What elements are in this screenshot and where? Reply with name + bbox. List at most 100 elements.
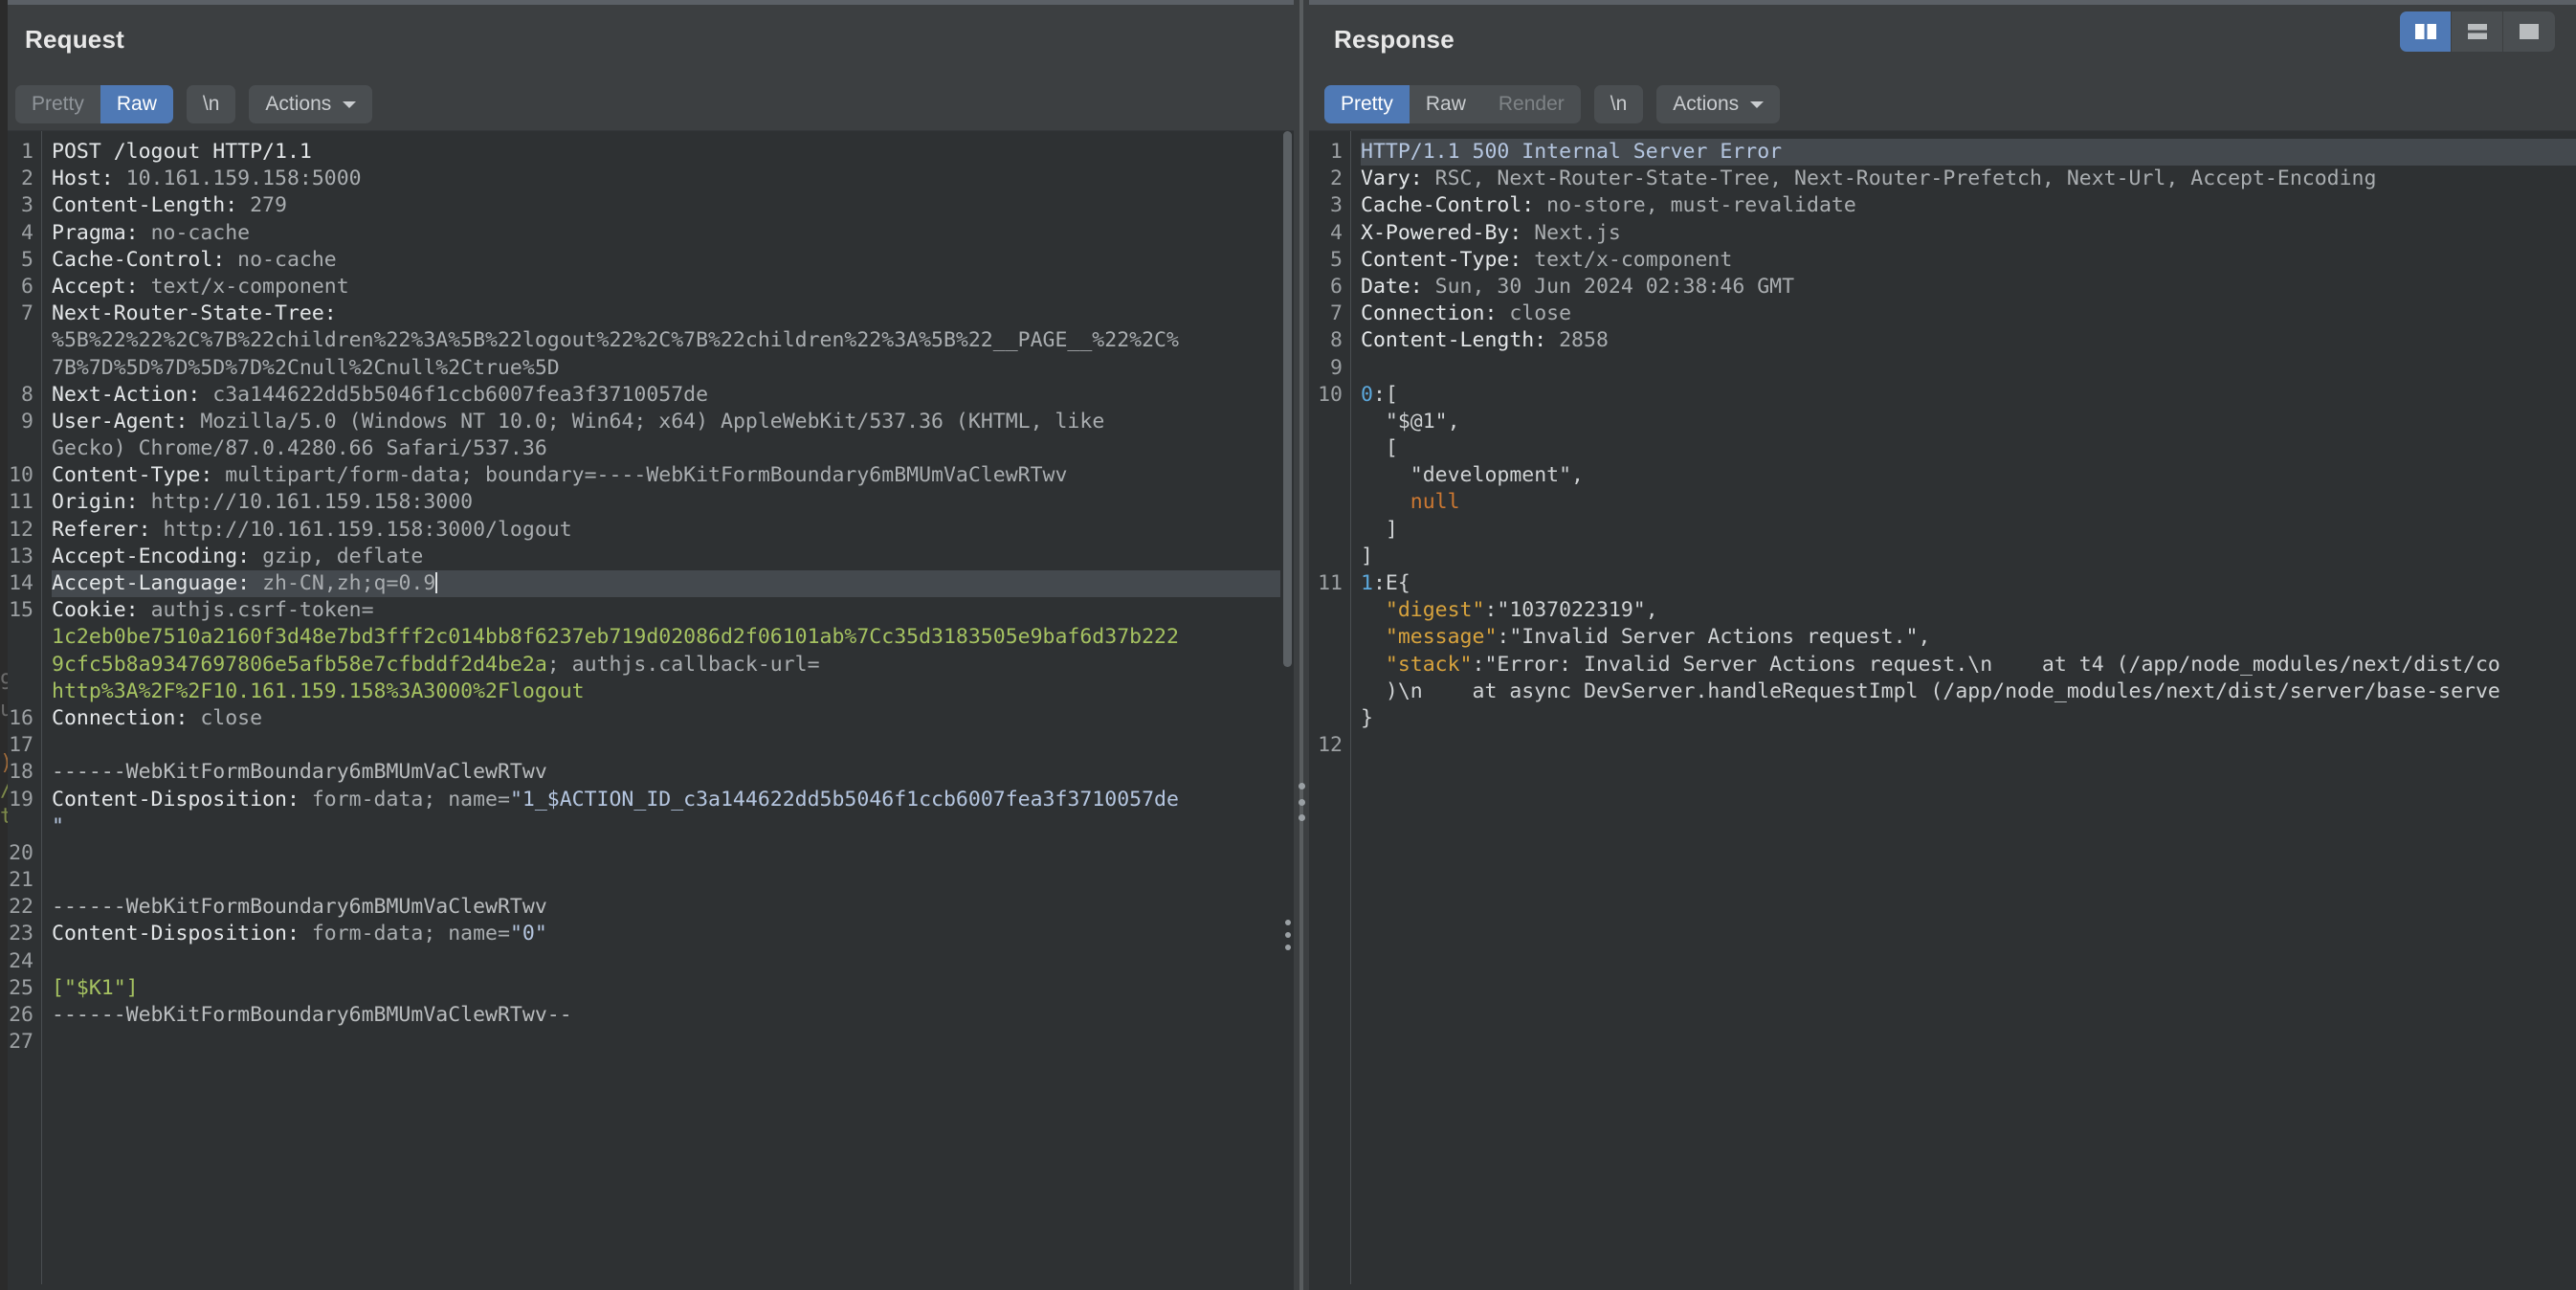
request-code-line[interactable] <box>52 1029 1294 1056</box>
request-code-line[interactable]: ["$K1"] <box>52 975 1294 1002</box>
request-code-line[interactable]: Gecko) Chrome/87.0.4280.66 Safari/537.36 <box>52 435 1294 462</box>
response-code-line[interactable]: HTTP/1.1 500 Internal Server Error <box>1361 139 2576 166</box>
response-code[interactable]: HTTP/1.1 500 Internal Server ErrorVary: … <box>1351 131 2576 1290</box>
layout-single-pane-button[interactable] <box>2503 11 2555 52</box>
request-code-span: Next-Action: <box>52 383 212 407</box>
request-code-line[interactable]: POST /logout HTTP/1.1 <box>52 139 1294 166</box>
response-code-line[interactable] <box>1361 355 2576 382</box>
response-editor[interactable]: 123456789101112 HTTP/1.1 500 Internal Se… <box>1309 130 2576 1290</box>
response-code-line[interactable]: "message":"Invalid Server Actions reques… <box>1361 624 2576 651</box>
tab-request-newline[interactable]: \n <box>187 85 236 123</box>
response-code-line[interactable]: Connection: close <box>1361 300 2576 327</box>
request-scroll-thumb[interactable] <box>1283 131 1292 667</box>
request-editor[interactable]: 1234567891011121314151617181920212223242… <box>0 130 1294 1290</box>
response-code-line[interactable]: [ <box>1361 435 2576 462</box>
pane-splitter[interactable] <box>1294 0 1309 1290</box>
request-code-line[interactable]: Connection: close <box>52 705 1294 732</box>
request-code-line[interactable]: Content-Length: 279 <box>52 192 1294 219</box>
response-code-span: RSC, Next-Router-State-Tree, Next-Router… <box>1435 167 2377 190</box>
tab-response-raw[interactable]: Raw <box>1410 85 1482 123</box>
response-code-line[interactable]: 0:[ <box>1361 382 2576 409</box>
response-line-number: 4 <box>1309 220 1343 247</box>
tab-response-newline[interactable]: \n <box>1594 85 1644 123</box>
response-code-line[interactable]: "stack":"Error: Invalid Server Actions r… <box>1361 652 2576 678</box>
request-code-line[interactable]: ------WebKitFormBoundary6mBMUmVaClewRTwv… <box>52 1002 1294 1029</box>
response-code-line[interactable]: Vary: RSC, Next-Router-State-Tree, Next-… <box>1361 166 2576 192</box>
split-horizontal-icon <box>2466 22 2489 41</box>
response-code-line[interactable]: Content-Type: text/x-component <box>1361 247 2576 274</box>
response-code-span: "$@1", <box>1361 410 1460 434</box>
layout-split-horizontal-button[interactable] <box>2452 11 2503 52</box>
request-code-line[interactable]: Content-Disposition: form-data; name="0" <box>52 921 1294 947</box>
request-code-line[interactable]: Content-Type: multipart/form-data; bound… <box>52 462 1294 489</box>
response-code-line[interactable]: 1:E{ <box>1361 570 2576 597</box>
response-code-line[interactable]: Content-Length: 2858 <box>1361 327 2576 354</box>
response-code-span: 1 <box>1361 571 1373 595</box>
request-code-line[interactable] <box>52 732 1294 759</box>
request-code-line[interactable]: 9cfc5b8a9347697806e5afb58e7cfbddf2d4be2a… <box>52 652 1294 678</box>
request-scroll-grip[interactable] <box>1284 920 1292 950</box>
request-code-span: http://10.161.159.158:3000/logout <box>164 518 572 542</box>
request-code-line[interactable]: 1c2eb0be7510a2160f3d48e7bd3fff2c014bb8f6… <box>52 624 1294 651</box>
request-code-line[interactable]: Pragma: no-cache <box>52 220 1294 247</box>
request-code-line[interactable]: ------WebKitFormBoundary6mBMUmVaClewRTwv <box>52 894 1294 921</box>
response-code-line[interactable]: X-Powered-By: Next.js <box>1361 220 2576 247</box>
splitter-grip[interactable] <box>1298 783 1305 821</box>
response-actions-button[interactable]: Actions <box>1656 85 1780 123</box>
response-line-number <box>1309 517 1343 544</box>
response-code-span: ] <box>1361 518 1398 542</box>
request-code-line[interactable]: Accept-Encoding: gzip, deflate <box>52 544 1294 570</box>
request-code-line[interactable]: Origin: http://10.161.159.158:3000 <box>52 489 1294 516</box>
request-code-span: Origin: <box>52 490 151 514</box>
response-code-line[interactable]: "development", <box>1361 462 2576 489</box>
request-code-line[interactable]: Next-Router-State-Tree: <box>52 300 1294 327</box>
response-code-line[interactable]: Cache-Control: no-store, must-revalidate <box>1361 192 2576 219</box>
request-code-span: no-cache <box>151 221 251 245</box>
response-code-line[interactable]: )\n at async DevServer.handleRequestImpl… <box>1361 678 2576 705</box>
response-code-span: Connection: <box>1361 301 1509 325</box>
response-code-line[interactable]: "digest":"1037022319", <box>1361 597 2576 624</box>
response-header: Response <box>1309 0 2576 78</box>
response-code-line[interactable]: ] <box>1361 517 2576 544</box>
request-code-span: %5B%22%22%2C%7B%22children%22%3A%5B%22lo… <box>52 328 1179 352</box>
request-code-line[interactable] <box>52 840 1294 867</box>
request-code-line[interactable]: " <box>52 813 1294 840</box>
request-code-line[interactable]: Cookie: authjs.csrf-token= <box>52 597 1294 624</box>
response-code-line[interactable]: "$@1", <box>1361 409 2576 435</box>
tab-response-pretty[interactable]: Pretty <box>1324 85 1410 123</box>
request-pane: Request Pretty Raw \n Actions 1234567891… <box>0 0 1294 1290</box>
response-code-line[interactable]: null <box>1361 489 2576 516</box>
response-code-line[interactable]: Date: Sun, 30 Jun 2024 02:38:46 GMT <box>1361 274 2576 300</box>
request-code-line[interactable]: %5B%22%22%2C%7B%22children%22%3A%5B%22lo… <box>52 327 1294 354</box>
grip-dot <box>1299 814 1305 821</box>
request-code-line[interactable]: User-Agent: Mozilla/5.0 (Windows NT 10.0… <box>52 409 1294 435</box>
response-code-line[interactable] <box>1361 732 2576 759</box>
request-code-line[interactable]: Accept: text/x-component <box>52 274 1294 300</box>
request-code-line[interactable]: http%3A%2F%2F10.161.159.158%3A3000%2Flog… <box>52 678 1294 705</box>
request-vertical-scrollbar[interactable] <box>1280 131 1294 1290</box>
request-code-line[interactable]: Referer: http://10.161.159.158:3000/logo… <box>52 517 1294 544</box>
request-code-span: Accept: <box>52 275 151 299</box>
request-code-span: Gecko) Chrome/87.0.4280.66 Safari/537.36 <box>52 436 547 460</box>
request-code-span: "0" <box>510 922 547 945</box>
request-code-span: ------WebKitFormBoundary6mBMUmVaClewRTwv… <box>52 1003 572 1027</box>
request-code-line[interactable] <box>52 948 1294 975</box>
request-code-line[interactable]: Host: 10.161.159.158:5000 <box>52 166 1294 192</box>
tab-request-pretty[interactable]: Pretty <box>15 85 100 123</box>
request-code-line[interactable]: Next-Action: c3a144622dd5b5046f1ccb6007f… <box>52 382 1294 409</box>
request-code-line[interactable]: Accept-Language: zh-CN,zh;q=0.9 <box>52 570 1294 597</box>
request-code-line[interactable]: Content-Disposition: form-data; name="1_… <box>52 787 1294 813</box>
request-code-line[interactable]: 7B%7D%5D%7D%5D%7D%2Cnull%2Cnull%2Ctrue%5… <box>52 355 1294 382</box>
tab-request-raw[interactable]: Raw <box>100 85 173 123</box>
response-line-number <box>1309 678 1343 705</box>
request-code-line[interactable]: Cache-Control: no-cache <box>52 247 1294 274</box>
request-actions-button[interactable]: Actions <box>249 85 372 123</box>
request-code-line[interactable]: ------WebKitFormBoundary6mBMUmVaClewRTwv <box>52 759 1294 786</box>
layout-split-vertical-button[interactable] <box>2400 11 2452 52</box>
request-code[interactable]: POST /logout HTTP/1.1Host: 10.161.159.15… <box>42 131 1294 1290</box>
request-code-span: form-data; name= <box>312 922 510 945</box>
request-code-line[interactable] <box>52 867 1294 894</box>
response-code-line[interactable]: } <box>1361 705 2576 732</box>
response-code-line[interactable]: ] <box>1361 544 2576 570</box>
sliver-char: 9 <box>0 670 8 697</box>
